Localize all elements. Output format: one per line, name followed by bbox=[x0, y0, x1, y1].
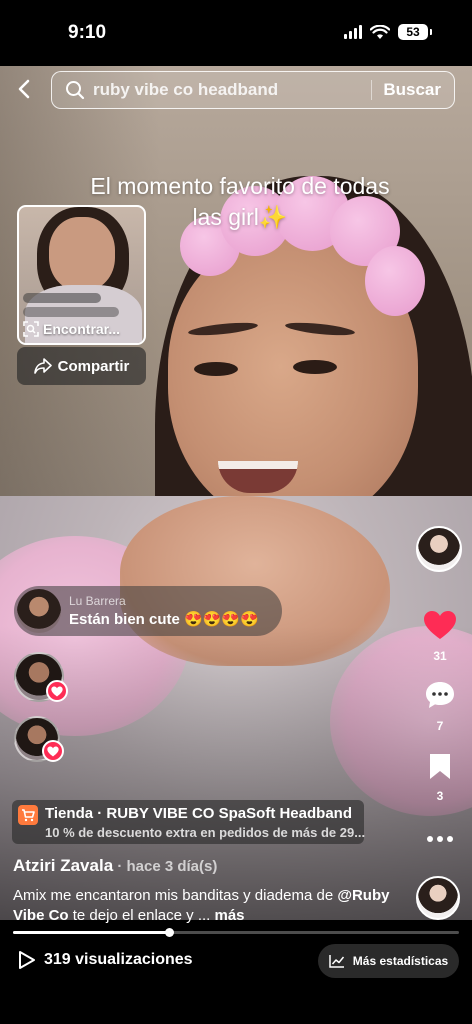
bookmark-icon bbox=[430, 754, 450, 779]
battery-indicator: 53 bbox=[398, 24, 432, 40]
wifi-icon bbox=[370, 24, 390, 39]
chart-icon bbox=[329, 955, 344, 968]
find-similar[interactable]: Encontrar... bbox=[23, 319, 140, 339]
share-icon bbox=[33, 358, 52, 374]
commenter-avatar bbox=[17, 589, 61, 633]
liker-avatar[interactable] bbox=[14, 652, 68, 702]
play-icon bbox=[19, 951, 35, 969]
search-query[interactable]: ruby vibe co headband bbox=[93, 80, 278, 100]
save-button[interactable]: 3 bbox=[418, 752, 462, 803]
view-count: 319 visualizaciones bbox=[44, 951, 193, 968]
status-icons: 53 bbox=[344, 24, 432, 40]
share-button[interactable]: Compartir bbox=[17, 347, 146, 385]
search-icon bbox=[66, 81, 85, 100]
comment-text: Están bien cute 😍😍😍😍 bbox=[69, 611, 259, 628]
author-line: Atziri Zavala · hace 3 día(s) bbox=[13, 856, 217, 876]
progress-knob[interactable] bbox=[165, 928, 175, 937]
share-label: Compartir bbox=[57, 357, 130, 375]
more-link[interactable]: más bbox=[215, 907, 245, 924]
search-button[interactable]: Buscar bbox=[383, 80, 441, 100]
post-time: · hace 3 día(s) bbox=[113, 858, 218, 875]
like-button[interactable]: 31 bbox=[418, 610, 462, 663]
more-stats-label: Más estadísticas bbox=[352, 954, 449, 968]
sound-avatar[interactable] bbox=[416, 876, 460, 920]
views-row: 319 visualizaciones bbox=[18, 950, 193, 970]
liker-avatar[interactable] bbox=[14, 716, 64, 762]
post-description[interactable]: Amix me encantaron mis banditas y diadem… bbox=[13, 886, 393, 926]
find-label: Encontrar... bbox=[43, 321, 121, 337]
shop-discount: 10 % de descuento extra en pedidos de má… bbox=[45, 825, 366, 840]
comment-icon bbox=[426, 682, 454, 708]
commenter-name: Lu Barrera bbox=[69, 594, 126, 608]
shop-product-tag[interactable]: Tienda · RUBY VIBE CO SpaSoft Headband 1… bbox=[12, 800, 366, 844]
search-bar[interactable]: ruby vibe co headband Buscar bbox=[51, 71, 455, 109]
shopping-cart-icon bbox=[18, 805, 38, 825]
author-name[interactable]: Atziri Zavala bbox=[13, 856, 113, 875]
more-icon bbox=[427, 836, 453, 842]
liked-heart-icon bbox=[42, 740, 64, 762]
progress-fill bbox=[13, 931, 170, 934]
more-options-button[interactable] bbox=[418, 830, 462, 848]
comment-bubble[interactable]: Lu Barrera Están bien cute 😍😍😍😍 bbox=[14, 586, 282, 636]
bottom-bar: 319 visualizaciones Más estadísticas bbox=[0, 938, 472, 1024]
related-video-thumbnail[interactable]: Encontrar... bbox=[17, 205, 146, 345]
comment-button[interactable]: 7 bbox=[418, 680, 462, 733]
signal-icon bbox=[344, 25, 362, 39]
save-count: 3 bbox=[436, 789, 444, 803]
status-bar: 9:10 53 bbox=[0, 0, 472, 66]
scan-icon bbox=[23, 321, 39, 337]
comment-count: 7 bbox=[436, 719, 444, 733]
liked-heart-icon bbox=[46, 680, 68, 702]
more-stats-button[interactable]: Más estadísticas bbox=[318, 944, 459, 978]
video-progress-bar[interactable] bbox=[13, 928, 459, 937]
creator-avatar[interactable] bbox=[416, 526, 462, 572]
status-time: 9:10 bbox=[68, 22, 107, 43]
like-count: 31 bbox=[433, 649, 447, 663]
heart-icon bbox=[424, 611, 456, 639]
shop-title: Tienda · RUBY VIBE CO SpaSoft Headband bbox=[45, 805, 352, 822]
back-arrow-icon[interactable] bbox=[14, 78, 36, 100]
